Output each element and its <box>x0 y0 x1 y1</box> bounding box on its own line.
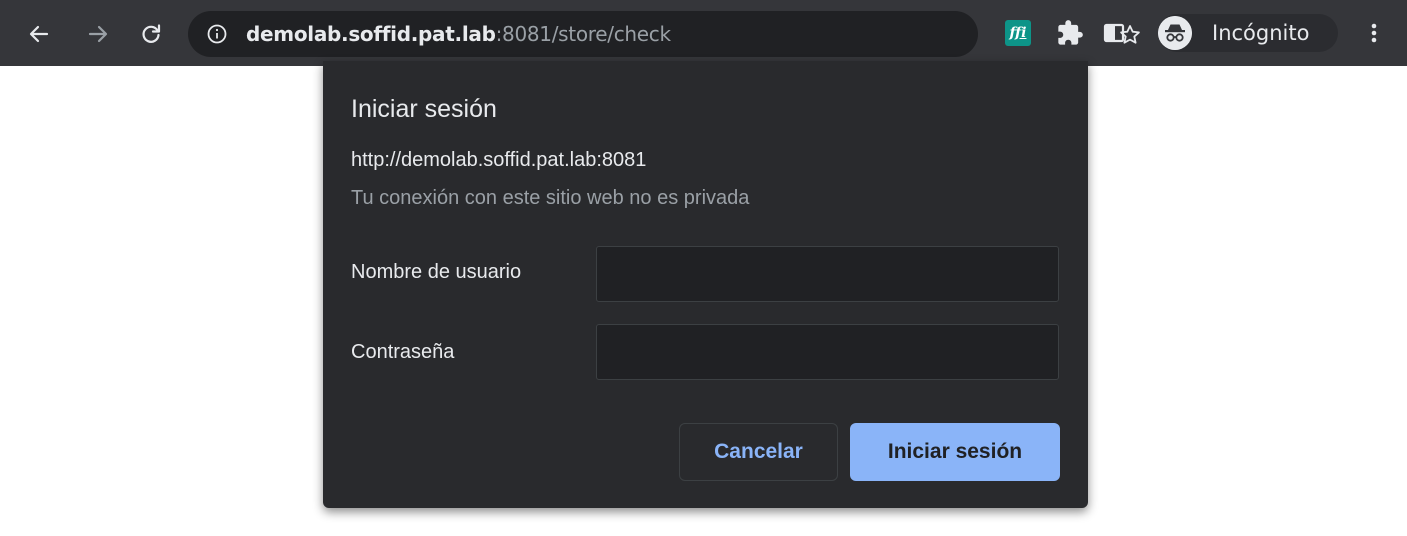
incognito-label: Incógnito <box>1212 21 1310 45</box>
sign-in-button[interactable]: Iniciar sesión <box>850 423 1060 481</box>
dialog-title: Iniciar sesión <box>351 95 497 123</box>
forward-button[interactable] <box>81 17 115 51</box>
login-dialog: Iniciar sesión http://demolab.soffid.pat… <box>323 61 1088 508</box>
extension-icon[interactable]: ffi <box>1005 20 1031 46</box>
incognito-indicator[interactable]: Incógnito <box>1158 14 1338 52</box>
cancel-button[interactable]: Cancelar <box>679 423 838 481</box>
dialog-origin: http://demolab.soffid.pat.lab:8081 <box>351 149 647 171</box>
incognito-icon <box>1158 16 1192 50</box>
reload-button[interactable] <box>134 17 168 51</box>
puzzle-icon[interactable] <box>1056 19 1084 47</box>
password-label: Contraseña <box>351 341 455 363</box>
info-icon[interactable] <box>206 23 228 45</box>
url-host: demolab.soffid.pat.lab <box>246 22 496 46</box>
back-button[interactable] <box>22 17 56 51</box>
more-menu-icon[interactable] <box>1360 19 1388 47</box>
url-text[interactable]: demolab.soffid.pat.lab:8081/store/check <box>246 11 671 57</box>
browser-toolbar: demolab.soffid.pat.lab:8081/store/check … <box>0 0 1407 66</box>
connection-warning: Tu conexión con este sitio web no es pri… <box>351 187 750 209</box>
username-label: Nombre de usuario <box>351 261 522 283</box>
arrow-left-icon <box>29 25 49 43</box>
arrow-right-icon <box>88 25 108 43</box>
url-path: :8081/store/check <box>495 22 671 46</box>
address-bar[interactable]: demolab.soffid.pat.lab:8081/store/check <box>188 11 1140 57</box>
password-input[interactable] <box>596 324 1059 380</box>
side-panel-icon[interactable] <box>1102 21 1126 45</box>
username-input[interactable] <box>596 246 1059 302</box>
reload-icon <box>142 24 161 43</box>
